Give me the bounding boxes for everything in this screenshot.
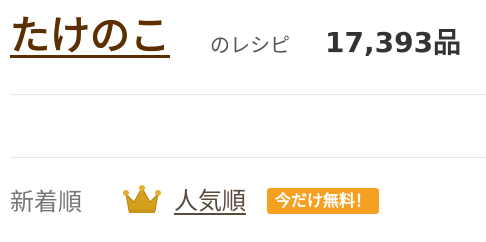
recipe-subtitle: のレシピ [210, 33, 290, 57]
recipe-count: 17,393品 [325, 26, 462, 59]
keyword-title-link[interactable]: たけのこ [10, 8, 170, 64]
sort-popular-link[interactable]: 人気順 [174, 185, 246, 217]
sort-newest[interactable]: 新着順 [10, 186, 82, 218]
sort-bar: 新着順 人気順 今だけ無料！ [10, 181, 476, 221]
promo-free-badge[interactable]: 今だけ無料！ [267, 188, 380, 214]
crown-icon [123, 184, 161, 216]
page-header: たけのこ のレシピ 17,393品 [10, 8, 476, 74]
divider-top [10, 94, 486, 95]
divider-bottom [10, 157, 486, 158]
